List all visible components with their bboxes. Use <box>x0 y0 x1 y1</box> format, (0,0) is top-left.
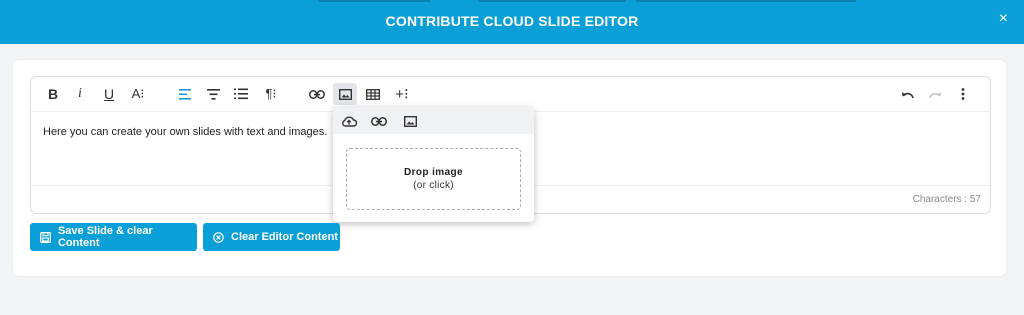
drop-zone-hint: (or click) <box>413 180 454 191</box>
align-center-icon <box>206 88 220 100</box>
clear-editor-button[interactable]: Clear Editor Content <box>203 223 340 251</box>
insert-table-button[interactable] <box>361 83 385 105</box>
more-options-button[interactable] <box>951 83 975 105</box>
insert-more-button[interactable]: +⁝ <box>390 83 414 105</box>
header-strip <box>636 0 856 2</box>
image-by-url-tab[interactable] <box>366 111 392 131</box>
modal-title: CONTRIBUTE CLOUD SLIDE EDITOR <box>385 13 639 29</box>
undo-button[interactable] <box>895 83 919 105</box>
undo-icon <box>901 91 914 98</box>
paragraph-button[interactable]: ¶⁝ <box>259 83 283 105</box>
image-popup-tabs <box>333 107 534 134</box>
save-slide-label: Save Slide & clear Content <box>57 225 153 249</box>
font-size-button[interactable]: A⁝ <box>126 83 150 105</box>
save-icon <box>40 231 52 243</box>
close-icon[interactable]: × <box>999 10 1008 28</box>
redo-button[interactable] <box>923 83 947 105</box>
character-count: Characters : 57 <box>912 194 981 205</box>
image-drop-zone[interactable]: Drop image (or click) <box>346 148 521 210</box>
more-vertical-icon <box>961 88 965 100</box>
underline-button[interactable]: U <box>97 83 121 105</box>
link-icon <box>309 89 325 99</box>
bold-button[interactable]: B <box>41 83 65 105</box>
insert-image-button[interactable] <box>333 83 357 105</box>
image-icon <box>338 88 352 100</box>
insert-link-button[interactable] <box>305 83 329 105</box>
header-strip <box>318 0 430 2</box>
align-left-button[interactable] <box>173 83 197 105</box>
clear-circle-x-icon <box>213 231 225 243</box>
editor-content[interactable]: Here you can create your own slides with… <box>43 126 327 138</box>
table-icon <box>366 88 380 100</box>
ordered-list-icon <box>234 88 248 100</box>
italic-button[interactable]: i <box>68 83 92 105</box>
align-left-icon <box>178 88 191 100</box>
formats-button[interactable] <box>201 83 225 105</box>
cloud-upload-icon <box>342 115 357 127</box>
slide-editor-modal: CONTRIBUTE CLOUD SLIDE EDITOR × B i U A⁝… <box>0 0 1024 315</box>
image-icon <box>403 115 417 127</box>
modal-header: CONTRIBUTE CLOUD SLIDE EDITOR × <box>0 0 1024 44</box>
save-slide-button[interactable]: Save Slide & clear Content <box>30 223 197 251</box>
redo-icon <box>928 91 941 98</box>
image-insert-popup: Drop image (or click) <box>333 107 534 222</box>
drop-zone-title: Drop image <box>403 167 463 178</box>
header-strip <box>478 0 626 2</box>
clear-editor-label: Clear Editor Content <box>231 231 338 243</box>
upload-image-tab[interactable] <box>336 111 362 131</box>
list-button[interactable] <box>229 83 253 105</box>
image-gallery-tab[interactable] <box>397 111 423 131</box>
link-icon <box>371 116 387 126</box>
